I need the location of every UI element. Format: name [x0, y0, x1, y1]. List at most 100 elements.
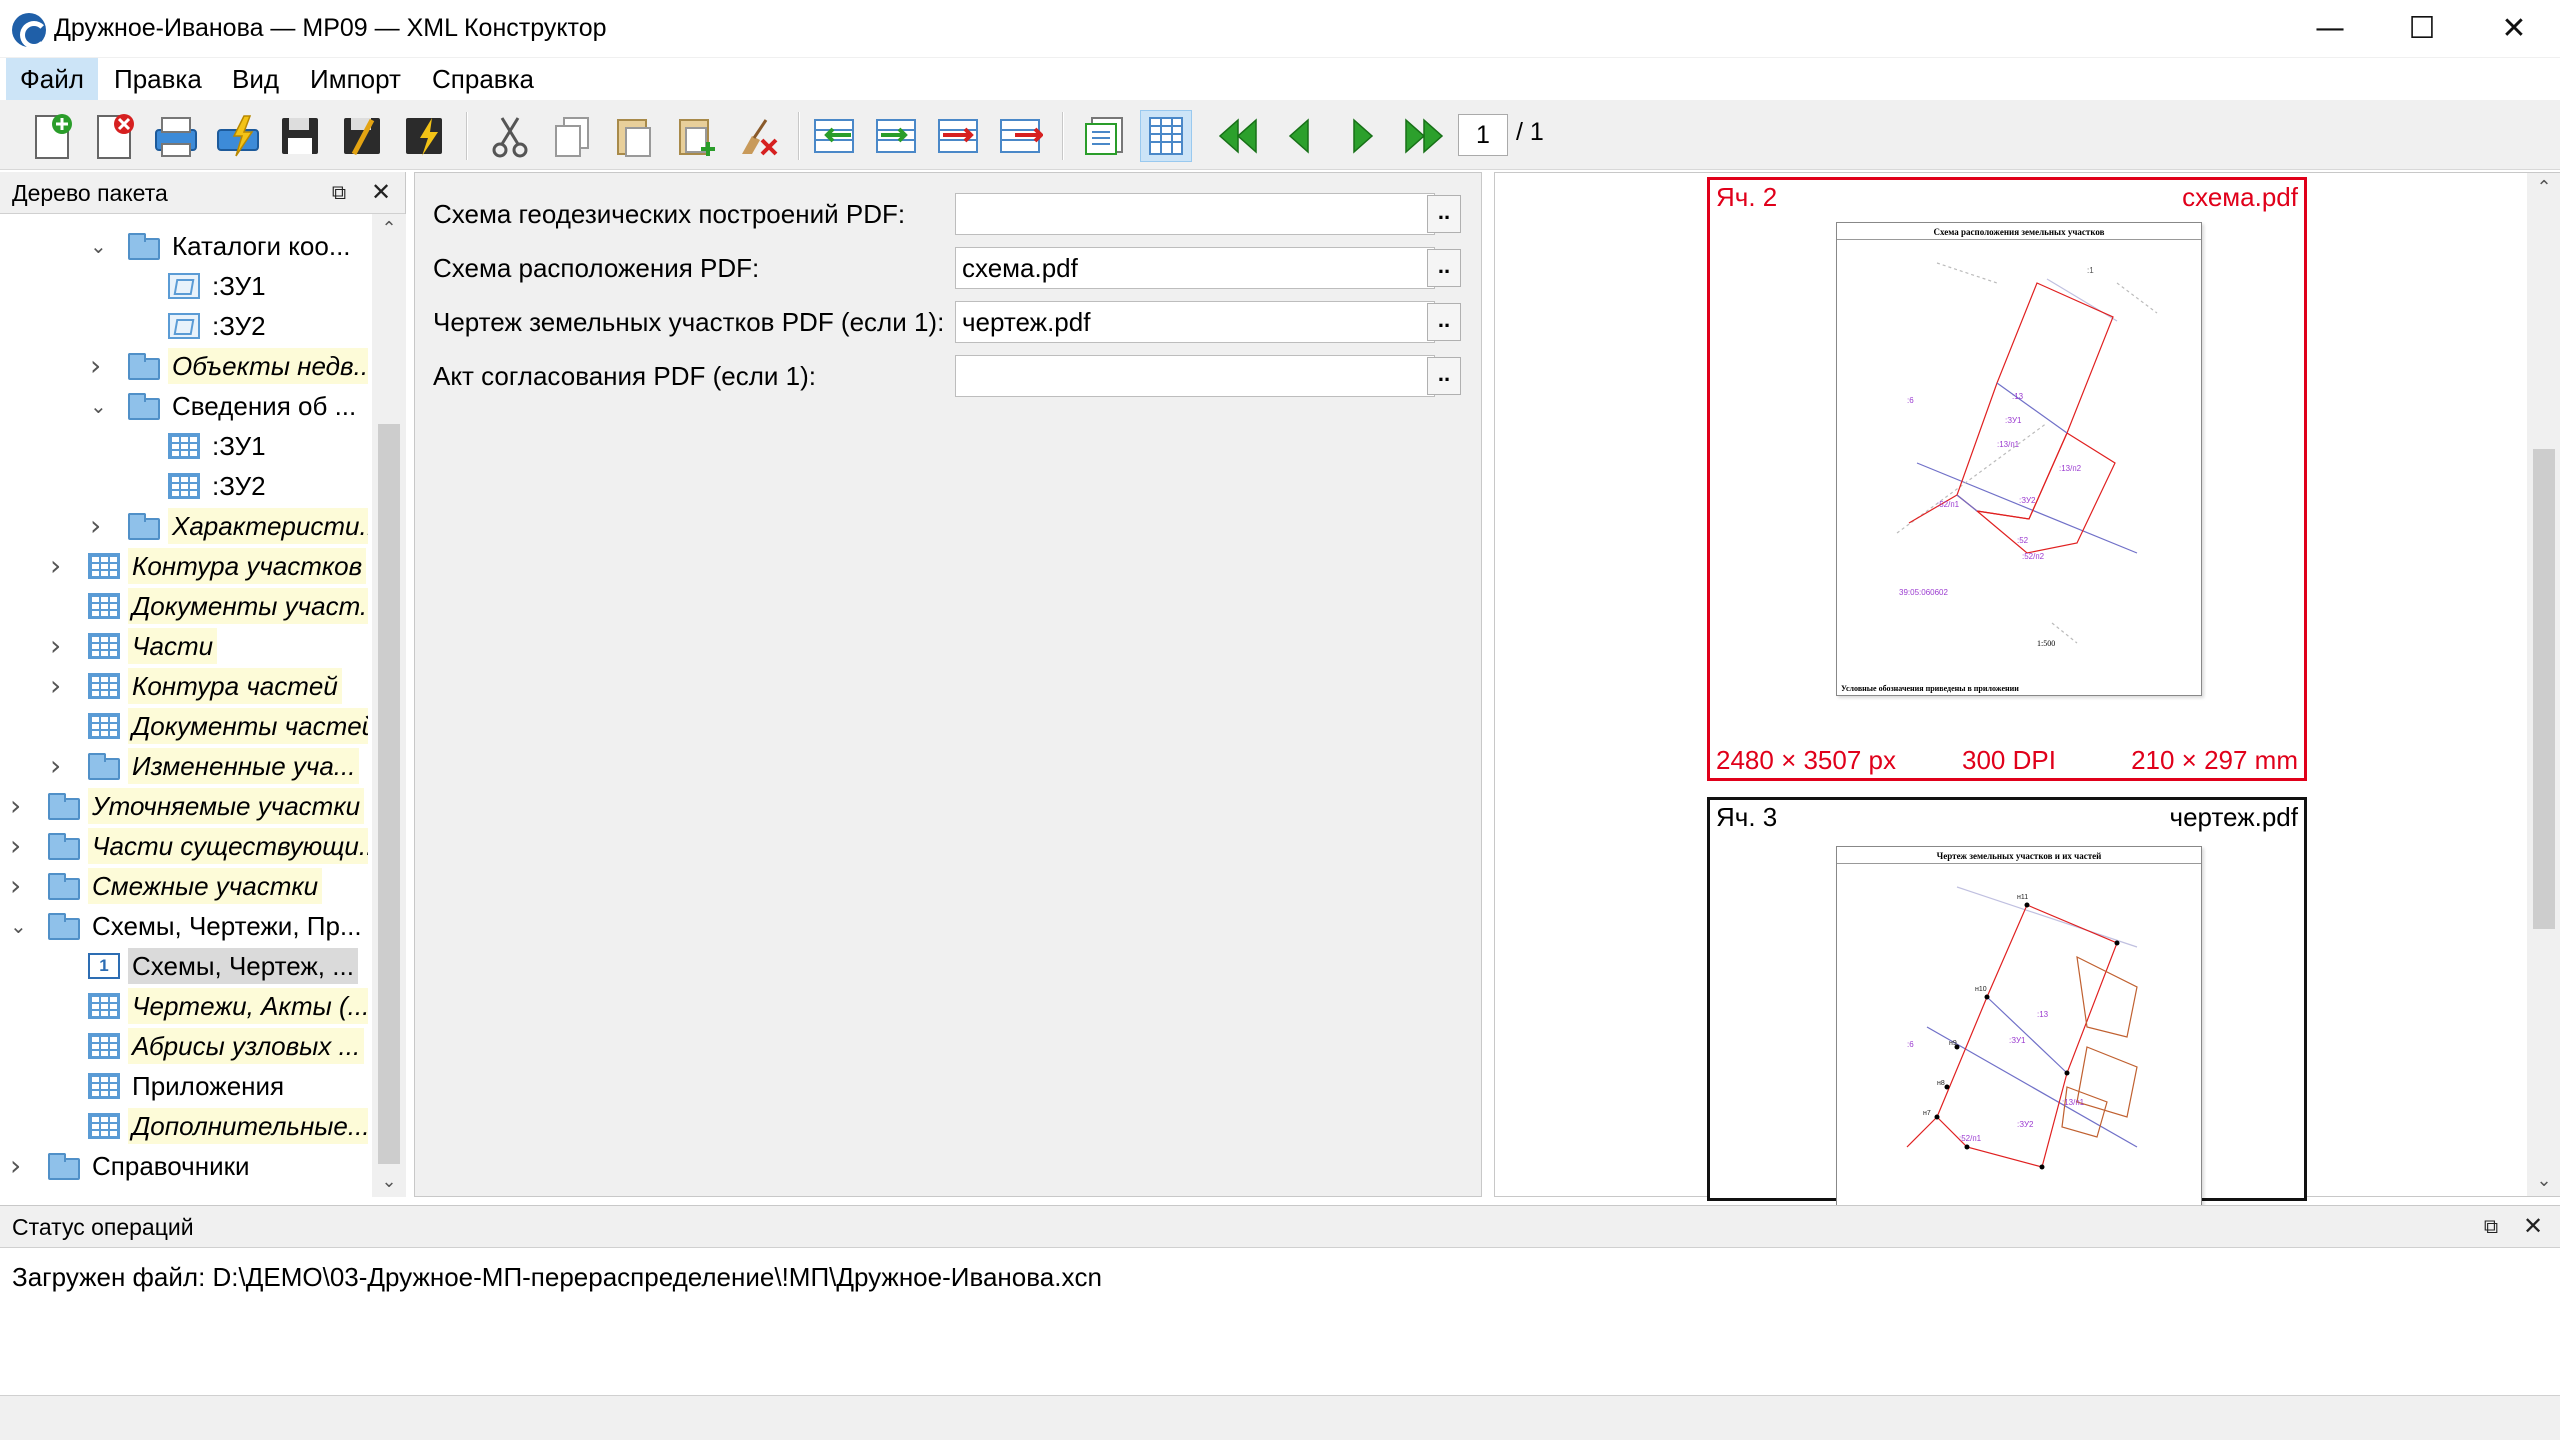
minimize-button[interactable]: — [2284, 0, 2376, 58]
tree-item[interactable]: › Справочники [0, 1146, 370, 1186]
tree-item[interactable]: › Части [0, 626, 370, 666]
tree-item-label: Документы участ... [128, 588, 368, 624]
tree-item[interactable]: :ЗУ2 [0, 466, 370, 506]
restore-panel-icon[interactable]: ⧉ [324, 178, 354, 208]
map-table-icon [168, 273, 200, 299]
new-document-icon[interactable] [26, 110, 78, 162]
approval-act-input[interactable] [955, 355, 1435, 397]
page-number-input[interactable]: 1 [1458, 114, 1508, 156]
geodetic-scheme-input[interactable] [955, 193, 1435, 235]
package-tree-panel: Дерево пакета ⧉ ✕ ⌄ Каталоги коо...:ЗУ1:З… [0, 172, 406, 1197]
collapse-arrow-icon[interactable]: › [90, 352, 112, 380]
tree-item[interactable]: Приложения [0, 1066, 370, 1106]
tree-item[interactable]: › Смежные участки [0, 866, 370, 906]
status-panel-title: Статус операций [12, 1214, 194, 1240]
collapse-arrow-icon[interactable]: › [10, 872, 32, 900]
sign-icon[interactable] [398, 110, 450, 162]
scroll-up-icon[interactable]: ⌃ [372, 214, 406, 244]
preview-icon[interactable] [1078, 110, 1130, 162]
tree-item[interactable]: ⌄ Каталоги коо... [0, 226, 370, 266]
collapse-arrow-icon[interactable]: › [50, 672, 72, 700]
collapse-arrow-icon[interactable]: › [10, 792, 32, 820]
tree-item[interactable]: ⌄ Сведения об ... [0, 386, 370, 426]
delete-document-icon[interactable] [88, 110, 140, 162]
tree-item[interactable]: Чертежи, Акты (... [0, 986, 370, 1026]
table-view-icon[interactable] [1140, 110, 1192, 162]
land-drawing-input[interactable]: чертеж.pdf [955, 301, 1435, 343]
clear-icon[interactable] [732, 110, 784, 162]
next-page-icon[interactable] [1336, 110, 1388, 162]
paste-special-icon[interactable] [670, 110, 722, 162]
close-panel-icon[interactable]: ✕ [366, 178, 396, 208]
scrollbar-thumb[interactable] [2533, 449, 2555, 929]
expand-arrow-icon[interactable]: ⌄ [90, 232, 112, 260]
collapse-arrow-icon[interactable]: › [50, 632, 72, 660]
paste-icon[interactable] [608, 110, 660, 162]
tree-item[interactable]: ⌄ Схемы, Чертежи, Пр... [0, 906, 370, 946]
browse-button[interactable]: .. [1427, 249, 1461, 287]
menu-view[interactable]: Вид [218, 58, 293, 100]
maximize-button[interactable]: ☐ [2376, 0, 2468, 58]
tree-item[interactable]: Дополнительные... [0, 1106, 370, 1146]
tree-item[interactable]: › Контура участков [0, 546, 370, 586]
preview-card-scheme[interactable]: Яч. 2 схема.pdf Схема расположения земел… [1707, 177, 2307, 781]
expand-arrow-icon[interactable]: ⌄ [10, 912, 32, 940]
location-scheme-input[interactable]: схема.pdf [955, 247, 1435, 289]
scroll-down-icon[interactable]: ⌄ [2527, 1166, 2560, 1196]
tree-item[interactable]: Документы частей [0, 706, 370, 746]
close-panel-icon[interactable]: ✕ [2518, 1212, 2548, 1242]
collapse-arrow-icon[interactable]: › [10, 1152, 32, 1180]
menu-help[interactable]: Справка [418, 58, 548, 100]
close-button[interactable]: ✕ [2468, 0, 2560, 58]
copy-icon[interactable] [546, 110, 598, 162]
restore-panel-icon[interactable]: ⧉ [2476, 1212, 2506, 1242]
tree-item[interactable]: :ЗУ2 [0, 306, 370, 346]
scroll-up-icon[interactable]: ⌃ [2527, 173, 2560, 203]
collapse-arrow-icon[interactable]: › [90, 512, 112, 540]
validate-icon[interactable] [212, 110, 264, 162]
insert-before-icon[interactable] [808, 110, 860, 162]
tree-item[interactable]: Документы участ... [0, 586, 370, 626]
insert-after-icon[interactable] [870, 110, 922, 162]
menu-edit[interactable]: Правка [100, 58, 216, 100]
first-page-icon[interactable] [1212, 110, 1264, 162]
prev-page-icon[interactable] [1274, 110, 1326, 162]
cut-icon[interactable] [484, 110, 536, 162]
tree-item-label: Документы частей [128, 708, 368, 744]
collapse-arrow-icon[interactable]: › [50, 552, 72, 580]
move-down-icon[interactable] [932, 110, 984, 162]
scroll-down-icon[interactable]: ⌄ [372, 1167, 406, 1197]
preview-scrollbar[interactable]: ⌃ ⌄ [2527, 173, 2560, 1196]
field-label: Чертеж земельных участков PDF (если 1): [433, 307, 945, 337]
tree-item-label: Схемы, Чертеж, ... [128, 948, 358, 984]
tree-item[interactable]: :ЗУ1 [0, 426, 370, 466]
tree-scrollbar[interactable]: ⌃ ⌄ [372, 214, 406, 1197]
save-as-icon[interactable] [336, 110, 388, 162]
tree-item[interactable]: › Характеристи... [0, 506, 370, 546]
tree-item[interactable]: Абрисы узловых ... [0, 1026, 370, 1066]
save-icon[interactable] [274, 110, 326, 162]
svg-text::ЗУ1: :ЗУ1 [2005, 416, 2022, 425]
browse-button[interactable]: .. [1427, 303, 1461, 341]
scrollbar-thumb[interactable] [378, 424, 400, 1164]
tree-item[interactable]: 1 Схемы, Чертеж, ... [0, 946, 370, 986]
tree-item[interactable]: › Контура частей [0, 666, 370, 706]
menu-import[interactable]: Импорт [296, 58, 415, 100]
preview-card-drawing[interactable]: Яч. 3 чертеж.pdf Чертеж земельных участк… [1707, 797, 2307, 1206]
browse-button[interactable]: .. [1427, 195, 1461, 233]
tree-item[interactable]: › Уточняемые участки [0, 786, 370, 826]
collapse-arrow-icon[interactable]: › [50, 752, 72, 780]
expand-arrow-icon[interactable]: ⌄ [90, 392, 112, 420]
tree-item[interactable]: :ЗУ1 [0, 266, 370, 306]
tree-item[interactable]: › Объекты недв... [0, 346, 370, 386]
print-icon[interactable] [150, 110, 202, 162]
table-icon [88, 1073, 120, 1099]
tree-item[interactable]: › Части существующи... [0, 826, 370, 866]
last-page-icon[interactable] [1398, 110, 1450, 162]
browse-button[interactable]: .. [1427, 357, 1461, 395]
svg-text::ЗУ2: :ЗУ2 [2019, 496, 2036, 505]
menu-file[interactable]: Файл [6, 58, 98, 100]
collapse-arrow-icon[interactable]: › [10, 832, 32, 860]
move-up-icon[interactable] [994, 110, 1046, 162]
tree-item[interactable]: › Измененные уча... [0, 746, 370, 786]
